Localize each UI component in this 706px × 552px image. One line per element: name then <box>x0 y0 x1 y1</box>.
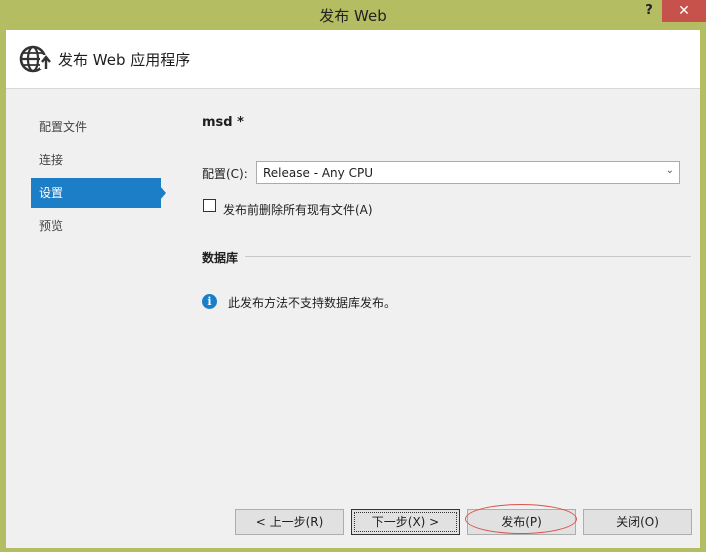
chevron-down-icon: ⌄ <box>665 165 674 176</box>
sidebar-item-profile[interactable]: 配置文件 <box>31 112 161 142</box>
globe-publish-icon <box>19 45 52 73</box>
window-frame-bottom <box>0 548 706 552</box>
help-button[interactable]: ? <box>640 3 658 21</box>
previous-button[interactable]: < 上一步(R) <box>235 509 344 535</box>
title-bar: 发布 Web ? ✕ <box>0 0 706 30</box>
profile-name: msd * <box>202 115 244 130</box>
config-select[interactable]: Release - Any CPU ⌄ <box>256 161 680 184</box>
dialog-header: 发布 Web 应用程序 <box>6 30 700 89</box>
delete-files-label[interactable]: 发布前删除所有现有文件(A) <box>223 201 373 218</box>
sidebar-item-settings[interactable]: 设置 <box>31 178 161 208</box>
window-title: 发布 Web <box>319 7 387 25</box>
window-frame-left <box>0 30 6 552</box>
section-divider <box>245 256 691 257</box>
next-button[interactable]: 下一步(X) > <box>351 509 460 535</box>
active-indicator-arrow <box>160 186 166 200</box>
publish-button[interactable]: 发布(P) <box>467 509 576 535</box>
dialog-title: 发布 Web 应用程序 <box>58 51 191 69</box>
close-window-button[interactable]: ✕ <box>662 0 706 22</box>
info-icon: i <box>202 294 217 309</box>
config-select-value: Release - Any CPU <box>263 166 373 180</box>
delete-files-checkbox[interactable] <box>203 199 216 212</box>
window-frame-right <box>700 30 706 552</box>
database-section-title: 数据库 <box>202 251 239 265</box>
sidebar-item-connection[interactable]: 连接 <box>31 145 161 175</box>
sidebar-item-preview[interactable]: 预览 <box>31 211 161 241</box>
info-message: 此发布方法不支持数据库发布。 <box>228 296 397 310</box>
close-button[interactable]: 关闭(O) <box>583 509 692 535</box>
config-label: 配置(C): <box>202 167 248 181</box>
